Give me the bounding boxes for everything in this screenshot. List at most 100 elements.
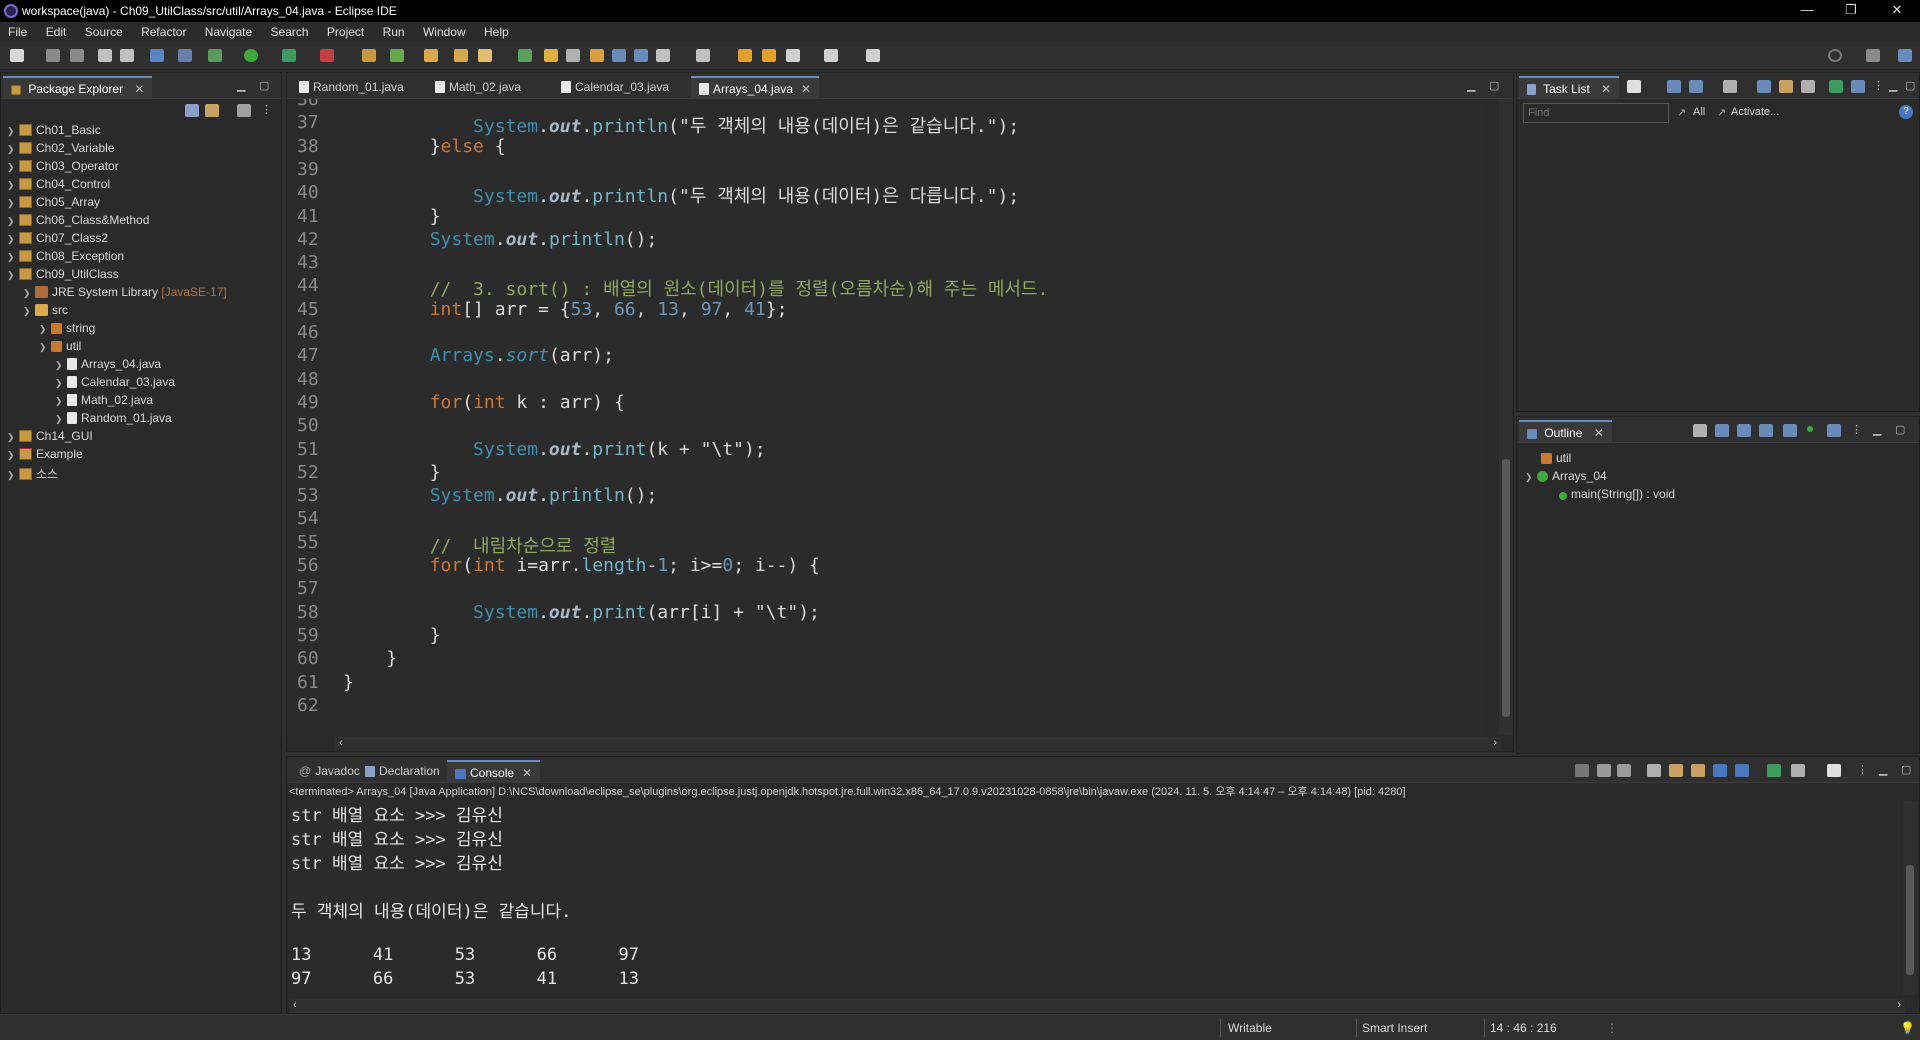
word-wrap-icon[interactable] (1691, 764, 1705, 777)
show-stderr-icon[interactable] (1735, 764, 1749, 777)
back-icon[interactable] (786, 49, 800, 62)
close-icon[interactable]: ✕ (134, 82, 144, 96)
tab-declaration[interactable]: Declaration (357, 760, 448, 782)
chevron-right-icon[interactable]: ❯ (7, 252, 19, 263)
editor-vertical-scrollbar[interactable] (1499, 99, 1513, 735)
menu-navigate[interactable]: Navigate (197, 22, 259, 42)
scroll-right-icon[interactable]: › (1897, 999, 1901, 1011)
view-menu-icon[interactable]: ⋮ (1851, 423, 1862, 436)
link-with-editor-icon[interactable] (205, 104, 219, 117)
tree-item-source-kr[interactable]: ❯ 소스 (7, 465, 58, 483)
scroll-lock-icon[interactable] (1669, 764, 1683, 777)
chevron-down-icon[interactable]: ❯ (39, 342, 51, 353)
close-icon[interactable]: ✕ (1601, 82, 1611, 96)
tree-item-ch08[interactable]: ❯ Ch08_Exception (7, 249, 124, 267)
close-icon[interactable]: ✕ (801, 82, 811, 96)
collapse-all-icon[interactable] (185, 104, 199, 117)
code-line[interactable]: Arrays.sort(arr); (343, 345, 614, 366)
chevron-down-icon[interactable]: ❯ (1525, 472, 1537, 483)
maximize-view-icon[interactable]: ▢ (1905, 79, 1915, 92)
new-java-project-icon[interactable] (362, 49, 376, 62)
breadcrumb-icon[interactable] (590, 49, 604, 62)
task-find-input[interactable] (1523, 103, 1669, 123)
hide-nonpublic-icon[interactable] (1783, 424, 1797, 437)
code-line[interactable]: System.out.print(arr[i] + "\t"); (343, 602, 820, 623)
minimize-view-icon[interactable]: ▁ (1889, 79, 1897, 92)
chevron-right-icon[interactable]: ❯ (55, 360, 67, 371)
redo-icon[interactable] (120, 49, 134, 62)
close-button[interactable]: ✕ (1880, 2, 1914, 20)
categorize-icon[interactable] (1667, 80, 1681, 93)
console-horizontal-scrollbar[interactable]: ‹ › (289, 999, 1905, 1013)
show-stdout-icon[interactable] (1713, 764, 1727, 777)
tree-item-math02[interactable]: ❯ Math_02.java (55, 393, 153, 411)
display-console-icon[interactable] (1791, 764, 1805, 777)
tab-console[interactable]: Console ✕ (447, 760, 541, 782)
tree-item-arrays04[interactable]: ❯ Arrays_04.java (55, 357, 161, 375)
collapse-icon[interactable] (1801, 80, 1815, 93)
coverage-icon[interactable] (282, 49, 296, 62)
open-folder-icon[interactable] (454, 49, 468, 62)
chevron-right-icon[interactable]: ❯ (23, 288, 35, 299)
remove-all-icon[interactable] (1617, 764, 1631, 777)
code-line[interactable]: } (343, 462, 441, 483)
tree-item-ch07[interactable]: ❯ Ch07_Class2 (7, 231, 108, 249)
menu-edit[interactable]: Edit (38, 22, 74, 42)
tree-item-ch05[interactable]: ❯ Ch05_Array (7, 195, 100, 213)
chevron-right-icon[interactable]: ❯ (7, 432, 19, 443)
code-line[interactable]: System.out.println("두 객체의 내용(데이터)은 다릅니다.… (343, 182, 1019, 208)
scroll-left-icon[interactable]: ‹ (339, 737, 343, 749)
tree-item-example[interactable]: ❯ Example (7, 447, 83, 465)
code-line[interactable]: // 내림차순으로 정렬 (343, 532, 617, 558)
menu-search[interactable]: Search (263, 22, 316, 42)
tree-item-ch06[interactable]: ❯ Ch06_Class&Method (7, 213, 149, 231)
hide-static-icon[interactable] (1759, 424, 1773, 437)
hide-fields-icon[interactable] (1737, 424, 1751, 437)
remove-launch-icon[interactable] (1597, 764, 1611, 777)
cursor-position[interactable]: 14 : 46 : 216 (1490, 1021, 1557, 1035)
status-menu-icon[interactable]: ⋮ (1606, 1021, 1618, 1035)
menu-window[interactable]: Window (415, 22, 473, 42)
code-line[interactable]: } (343, 648, 397, 669)
tree-item-ch01[interactable]: ❯ Ch01_Basic (7, 123, 101, 141)
maximize-view-icon[interactable]: ▢ (1901, 763, 1911, 776)
code-line[interactable]: }else { (343, 136, 506, 157)
forward-icon[interactable] (824, 49, 838, 62)
menu-run[interactable]: Run (375, 22, 412, 42)
menu-refactor[interactable]: Refactor (133, 22, 193, 42)
pin-console-icon[interactable] (1767, 764, 1781, 777)
refresh-icon[interactable] (1829, 80, 1843, 93)
code-line[interactable]: System.out.print(k + "\t"); (343, 439, 766, 460)
chevron-right-icon[interactable]: ❯ (7, 162, 19, 173)
toggle-mark-icon[interactable] (656, 49, 670, 62)
undo-icon[interactable] (98, 49, 112, 62)
debug-icon[interactable] (208, 49, 222, 62)
tab-task-list[interactable]: Task List ✕ (1519, 76, 1620, 98)
chevron-right-icon[interactable]: ❯ (7, 216, 19, 227)
chevron-right-icon[interactable]: ❯ (55, 396, 67, 407)
outline-item-class[interactable]: ❯ Arrays_04 (1525, 469, 1607, 487)
view-menu-icon[interactable]: ⋮ (261, 103, 272, 116)
view-menu-icon[interactable]: ⋮ (1873, 79, 1884, 92)
link-editor-icon[interactable] (1827, 424, 1841, 437)
show-whitespace-icon[interactable] (612, 49, 626, 62)
code-line[interactable]: System.out.println(); (343, 485, 658, 506)
chevron-down-icon[interactable]: ❯ (7, 270, 19, 281)
tab-math02[interactable]: Math_02.java (427, 76, 529, 98)
open-console-icon[interactable] (1827, 764, 1841, 777)
tree-item-ch14[interactable]: ❯ Ch14_GUI (7, 429, 93, 447)
chevron-right-icon[interactable]: ❯ (7, 470, 19, 481)
code-line[interactable]: for(int i=arr.length-1; i>=0; i--) { (343, 555, 820, 576)
menu-project[interactable]: Project (319, 22, 371, 42)
link-icon[interactable] (1851, 80, 1865, 93)
run-icon[interactable] (244, 49, 258, 62)
chevron-down-icon[interactable]: ❯ (23, 306, 35, 317)
new-class-icon[interactable] (390, 49, 404, 62)
chevron-right-icon[interactable]: ❯ (55, 414, 67, 425)
scroll-right-icon[interactable]: › (1493, 737, 1497, 749)
lightbulb-icon[interactable]: 💡 (1900, 1021, 1915, 1035)
chevron-right-icon[interactable]: ❯ (7, 450, 19, 461)
sort-icon[interactable] (1715, 424, 1729, 437)
outline-item-package[interactable]: util (1541, 451, 1571, 469)
pin-editor-icon[interactable] (866, 49, 880, 62)
